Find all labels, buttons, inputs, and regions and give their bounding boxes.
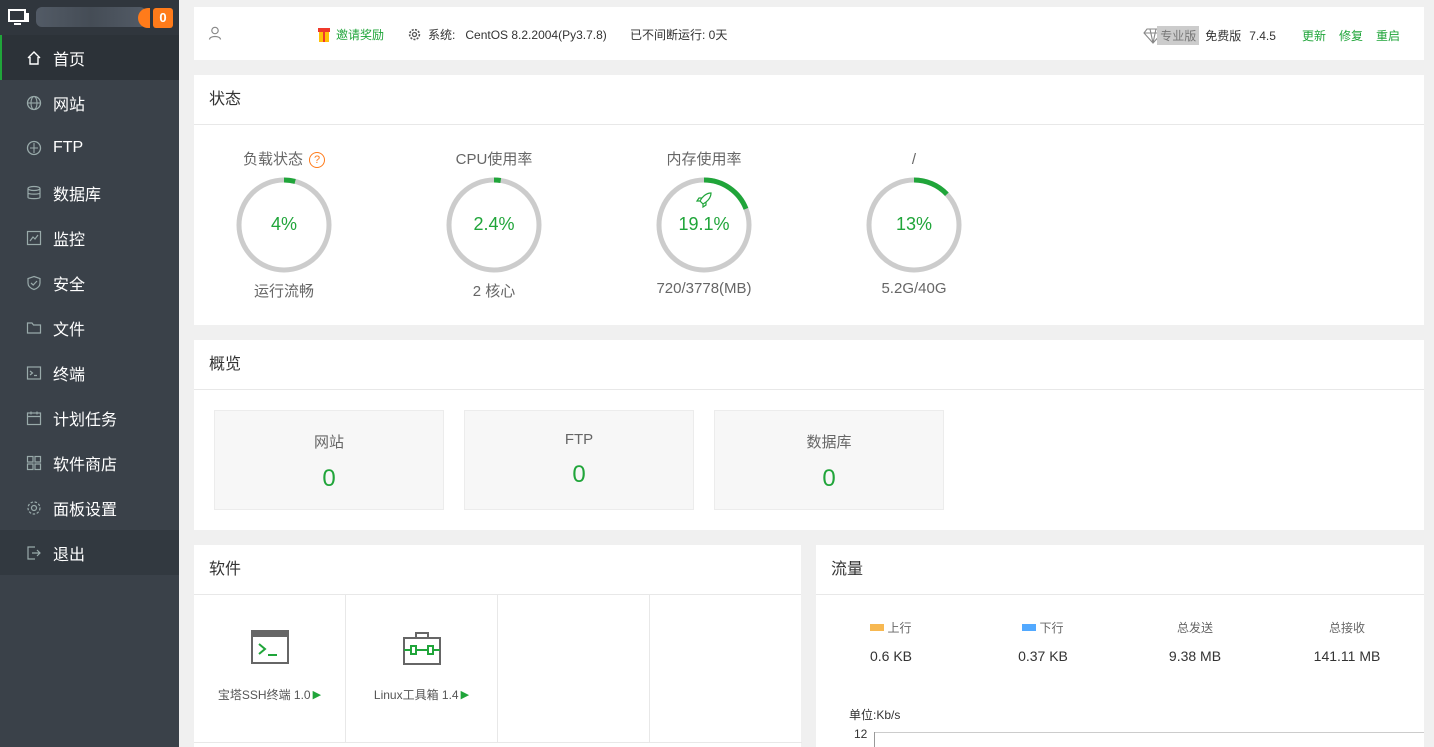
database-icon <box>26 185 42 201</box>
top-header: 邀请奖励 系统: CentOS 8.2.2004(Py3.7.8) 已不间断运行… <box>194 7 1424 60</box>
sidebar-item-store[interactable]: 软件商店 <box>0 440 179 485</box>
gear-icon <box>26 500 42 516</box>
software-item-linux-toolbox[interactable]: Linux工具箱 1.4 ▶ <box>346 595 498 743</box>
terminal-icon <box>26 365 42 381</box>
traffic-title: 流量 <box>816 545 1424 595</box>
toolbox-icon <box>402 632 441 665</box>
sidebar: 0 首页 网站 FTP 数据库 监控 安全 文件 终端 计划任务 软件商店 面板… <box>0 0 179 747</box>
server-icon <box>8 9 30 32</box>
calendar-icon <box>26 410 42 426</box>
monitor-chart-icon <box>26 230 42 246</box>
disk-usage-text: 5.2G/40G <box>881 280 947 297</box>
memory-usage-text: 720/3778(MB) <box>656 280 752 297</box>
upload-legend-swatch <box>870 624 885 631</box>
terminal-window-icon <box>250 630 289 664</box>
shield-icon <box>26 275 42 291</box>
cpu-percent: 2.4% <box>473 214 515 234</box>
version-number: 7.4.5 <box>1249 28 1276 43</box>
sidebar-item-website[interactable]: 网站 <box>0 80 179 125</box>
repair-link[interactable]: 修复 <box>1339 27 1363 44</box>
load-status-text: 运行流畅 <box>253 283 314 300</box>
load-percent: 4% <box>270 214 297 234</box>
chart-y-tick: 12 <box>854 727 868 741</box>
play-icon[interactable]: ▶ <box>313 688 321 701</box>
software-panel: 软件 宝塔SSH终端 1.0 ▶ Linux工具箱 1.4 ▶ <box>194 545 802 747</box>
software-slot-empty[interactable] <box>498 595 650 743</box>
traffic-upload: 上行 0.6 KB <box>869 621 913 664</box>
server-ip-blurred <box>36 7 146 27</box>
home-icon <box>26 50 42 66</box>
overview-panel: 概览 网站 0 FTP 0 数据库 0 <box>194 340 1424 530</box>
traffic-panel: 流量 上行 0.6 KB 下行 0.37 KB 总发送 9.38 MB 总接收 … <box>816 545 1424 747</box>
sidebar-item-cron[interactable]: 计划任务 <box>0 395 179 440</box>
disk-percent: 13% <box>895 214 933 234</box>
load-gauge[interactable]: 负载状态? 4% 运行流畅 <box>194 150 374 301</box>
chart-gridline <box>874 732 1424 733</box>
software-item-ssh-terminal[interactable]: 宝塔SSH终端 1.0 ▶ <box>194 595 346 743</box>
software-title: 软件 <box>194 545 801 595</box>
chart-unit-label: 单位:Kb/s <box>849 708 901 722</box>
play-icon[interactable]: ▶ <box>461 688 469 701</box>
user-icon[interactable] <box>208 26 222 43</box>
sidebar-menu: 首页 网站 FTP 数据库 监控 安全 文件 终端 计划任务 软件商店 面板设置… <box>0 35 179 575</box>
help-icon[interactable]: ? <box>309 152 325 168</box>
sidebar-item-settings[interactable]: 面板设置 <box>0 485 179 530</box>
sidebar-item-home[interactable]: 首页 <box>0 35 179 80</box>
restart-link[interactable]: 重启 <box>1376 27 1400 44</box>
cpu-gauge[interactable]: CPU使用率 2.4% 2 核心 <box>404 150 584 301</box>
status-panel: 状态 负载状态? 4% 运行流畅 CPU使用率 2.4% 2 核心 内存使用率 … <box>194 75 1424 325</box>
gear-icon <box>408 28 421 41</box>
free-edition-label: 免费版 <box>1205 29 1242 43</box>
ftp-icon <box>26 140 42 156</box>
overview-card-database[interactable]: 数据库 0 <box>714 410 944 510</box>
sidebar-item-database[interactable]: 数据库 <box>0 170 179 215</box>
traffic-total-received: 总接收 141.11 MB <box>1313 621 1381 664</box>
update-link[interactable]: 更新 <box>1302 27 1326 44</box>
pro-edition-badge[interactable]: 专业版 <box>1143 26 1200 45</box>
traffic-total-sent: 总发送 9.38 MB <box>1168 621 1222 664</box>
traffic-download: 下行 0.37 KB <box>1018 621 1068 664</box>
sidebar-item-ftp[interactable]: FTP <box>0 125 179 170</box>
cpu-cores-text: 2 核心 <box>472 283 516 300</box>
notification-badge[interactable]: 0 <box>153 8 173 28</box>
overview-title: 概览 <box>194 340 1424 390</box>
sidebar-item-terminal[interactable]: 终端 <box>0 350 179 395</box>
invite-reward-link[interactable]: 邀请奖励 <box>318 26 384 43</box>
globe-icon <box>26 95 42 111</box>
apps-icon <box>26 455 42 471</box>
folder-icon <box>26 320 42 336</box>
software-slot-empty[interactable] <box>650 595 802 743</box>
sidebar-header: 0 <box>0 0 179 35</box>
system-info: 系统: CentOS 8.2.2004(Py3.7.8) <box>408 26 607 43</box>
status-title: 状态 <box>194 75 1424 125</box>
software-grid: 宝塔SSH终端 1.0 ▶ Linux工具箱 1.4 ▶ <box>194 595 802 747</box>
overview-card-ftp[interactable]: FTP 0 <box>464 410 694 510</box>
chart-y-axis <box>874 732 875 747</box>
sidebar-item-monitor[interactable]: 监控 <box>0 215 179 260</box>
memory-gauge[interactable]: 内存使用率 19.1% 720/3778(MB) <box>614 150 794 297</box>
overview-card-website[interactable]: 网站 0 <box>214 410 444 510</box>
sidebar-item-files[interactable]: 文件 <box>0 305 179 350</box>
version-bar: 专业版 免费版 7.4.5 更新 修复 重启 <box>1143 26 1400 45</box>
disk-gauge[interactable]: / 13% 5.2G/40G <box>824 150 1004 297</box>
sidebar-item-security[interactable]: 安全 <box>0 260 179 305</box>
logout-icon <box>26 545 42 561</box>
download-legend-swatch <box>1022 624 1037 631</box>
memory-percent: 19.1% <box>678 214 730 234</box>
sidebar-item-logout[interactable]: 退出 <box>0 530 179 575</box>
uptime-text: 已不间断运行: 0天 <box>630 28 728 42</box>
gift-icon <box>318 27 330 42</box>
